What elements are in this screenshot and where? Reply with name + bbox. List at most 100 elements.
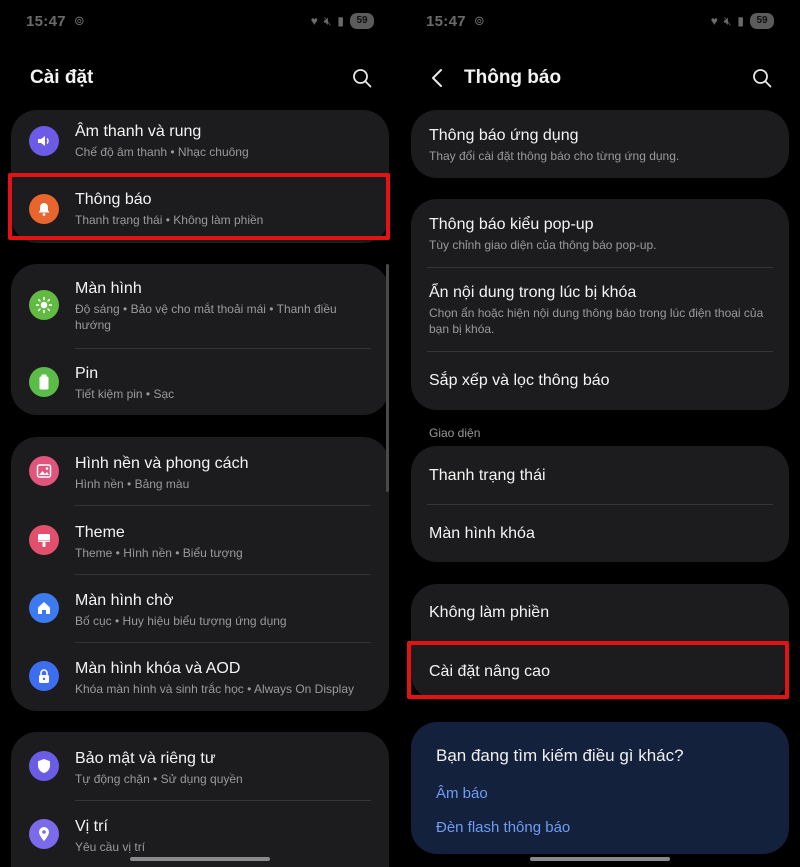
suggestion-card: Bạn đang tìm kiếm điều gì khác? Âm báo Đ… <box>411 722 789 854</box>
home-icon <box>29 593 59 623</box>
battery-indicator: 59 <box>750 13 774 29</box>
item-title: Âm thanh và rung <box>75 123 202 140</box>
link-notification-sound[interactable]: Âm báo <box>436 785 488 802</box>
volume-icon <box>29 126 59 156</box>
heart-icon: ♥ <box>710 14 718 28</box>
item-subtitle: Chọn ẩn hoặc hiện nội dung thông báo tro… <box>429 306 764 336</box>
item-title: Không làm phiền <box>429 604 550 621</box>
item-title: Màn hình <box>75 280 142 297</box>
settings-item-do-not-disturb[interactable]: Không làm phiền <box>429 603 773 623</box>
item-title: Cài đặt nâng cao <box>429 663 550 680</box>
item-subtitle: Thay đổi cài đặt thông báo cho từng ứng … <box>429 149 680 163</box>
status-time: 15:47 <box>26 12 66 30</box>
settings-group-security-location: Bảo mật và riêng tư Tự động chặn • Sử dụ… <box>11 732 389 867</box>
gesture-bar[interactable] <box>530 857 670 861</box>
item-subtitle: Độ sáng • Bảo vệ cho mắt thoải mái • Tha… <box>75 302 337 332</box>
page-header: Cài đặt <box>0 58 400 98</box>
battery-icon <box>29 367 59 397</box>
settings-item-popup-style[interactable]: Thông báo kiểu pop-up Tùy chỉnh giao diệ… <box>429 215 773 253</box>
item-title: Màn hình khóa <box>429 525 535 542</box>
settings-item-sort-filter[interactable]: Sắp xếp và lọc thông báo <box>429 371 773 391</box>
status-time: 15:47 <box>426 12 466 30</box>
signal-icon: ▮ <box>337 14 344 28</box>
back-button[interactable] <box>428 65 446 91</box>
search-button[interactable] <box>348 64 376 92</box>
notifications-screen: 15:47 ⊚ ♥ 🔇︎ ▮ 59 Thông báo Thông báo ứn… <box>400 0 800 867</box>
link-flash-notification[interactable]: Đèn flash thông báo <box>436 819 570 836</box>
settings-item-status-bar[interactable]: Thanh trạng thái <box>429 466 773 486</box>
status-bar: 15:47 ⊚ ♥ 🔇︎ ▮ 59 <box>26 10 374 32</box>
item-subtitle: Hình nền • Bảng màu <box>75 477 190 491</box>
search-button[interactable] <box>748 64 776 92</box>
page-header: Thông báo <box>400 58 800 98</box>
item-title: Thông báo <box>75 191 152 208</box>
settings-item-security[interactable]: Bảo mật và riêng tư Tự động chặn • Sử dụ… <box>11 732 389 800</box>
settings-item-notifications[interactable]: Thông báo Thanh trạng thái • Không làm p… <box>11 176 389 243</box>
bell-icon <box>29 194 59 224</box>
search-icon <box>353 69 372 88</box>
divider <box>427 642 773 643</box>
item-title: Pin <box>75 365 99 382</box>
shield-icon <box>29 751 59 781</box>
page-title: Cài đặt <box>30 67 94 88</box>
theme-brush-icon <box>29 525 59 555</box>
item-title: Màn hình chờ <box>75 592 174 609</box>
item-subtitle: Tiết kiệm pin • Sạc <box>75 387 175 401</box>
item-subtitle: Chế độ âm thanh • Nhạc chuông <box>75 145 249 159</box>
item-title: Thanh trạng thái <box>429 467 546 484</box>
page-title: Thông báo <box>464 67 562 88</box>
location-pin-icon <box>29 819 59 849</box>
scrollbar[interactable] <box>386 264 389 492</box>
lock-icon <box>29 661 59 691</box>
settings-item-lock-screen[interactable]: Màn hình khóa và AOD Khóa màn hình và si… <box>11 643 389 711</box>
settings-screen: 15:47 ⊚ ♥ 🔇︎ ▮ 59 Cài đặt Âm thanh và ru… <box>0 0 400 867</box>
notification-indicator-icon: ⊚ <box>73 13 85 28</box>
divider <box>427 267 773 268</box>
item-title: Sắp xếp và lọc thông báo <box>429 372 610 389</box>
settings-group-popup-privacy: Thông báo kiểu pop-up Tùy chỉnh giao diệ… <box>411 199 789 410</box>
back-arrow-icon <box>432 69 442 87</box>
suggestion-question: Bạn đang tìm kiếm điều gì khác? <box>436 746 684 765</box>
notification-indicator-icon: ⊚ <box>473 13 485 28</box>
item-title: Vị trí <box>75 818 108 835</box>
settings-item-home-screen[interactable]: Màn hình chờ Bố cục • Huy hiệu biểu tượn… <box>11 575 389 643</box>
search-icon <box>753 69 772 88</box>
settings-group-appearance: Thanh trạng thái Màn hình khóa <box>411 446 789 562</box>
item-subtitle: Tùy chỉnh giao diện của thông báo pop-up… <box>429 238 657 252</box>
item-title: Theme <box>75 524 125 541</box>
settings-group-sound-notifications: Âm thanh và rung Chế độ âm thanh • Nhạc … <box>11 110 389 243</box>
item-title: Thông báo ứng dụng <box>429 127 579 144</box>
settings-item-hide-content[interactable]: Ẩn nội dung trong lúc bị khóa Chọn ẩn ho… <box>429 283 773 337</box>
status-icons: ♥ 🔇︎ ▮ 59 <box>711 13 774 29</box>
item-subtitle: Khóa màn hình và sinh trắc học • Always … <box>75 682 355 696</box>
wallpaper-icon <box>29 456 59 486</box>
item-title: Hình nền và phong cách <box>75 455 249 472</box>
item-title: Thông báo kiểu pop-up <box>429 216 594 233</box>
settings-item-sound[interactable]: Âm thanh và rung Chế độ âm thanh • Nhạc … <box>11 110 389 176</box>
settings-item-battery[interactable]: Pin Tiết kiệm pin • Sạc <box>11 349 389 415</box>
settings-group-personalization: Hình nền và phong cách Hình nền • Bảng m… <box>11 437 389 711</box>
signal-icon: ▮ <box>737 14 744 28</box>
mute-icon: 🔇︎ <box>723 13 732 28</box>
settings-item-wallpaper[interactable]: Hình nền và phong cách Hình nền • Bảng m… <box>11 437 389 505</box>
settings-item-display[interactable]: Màn hình Độ sáng • Bảo vệ cho mắt thoải … <box>11 264 389 348</box>
settings-item-theme[interactable]: Theme Theme • Hình nền • Biểu tượng <box>11 506 389 574</box>
item-subtitle: Theme • Hình nền • Biểu tượng <box>75 546 243 560</box>
item-title: Ẩn nội dung trong lúc bị khóa <box>429 284 637 301</box>
settings-item-advanced-settings[interactable]: Cài đặt nâng cao <box>429 662 773 682</box>
settings-group-app-notifications: Thông báo ứng dụng Thay đổi cài đặt thôn… <box>411 110 789 178</box>
settings-group-dnd-advanced: Không làm phiền Cài đặt nâng cao <box>411 584 789 700</box>
status-icons: ♥ 🔇︎ ▮ 59 <box>311 13 374 29</box>
item-subtitle: Thanh trạng thái • Không làm phiền <box>75 213 264 227</box>
item-title: Màn hình khóa và AOD <box>75 660 241 677</box>
settings-group-display-battery: Màn hình Độ sáng • Bảo vệ cho mắt thoải … <box>11 264 389 415</box>
item-subtitle: Bố cục • Huy hiệu biểu tượng ứng dụng <box>75 614 287 628</box>
divider <box>427 504 773 505</box>
mute-icon: 🔇︎ <box>323 13 332 28</box>
gesture-bar[interactable] <box>130 857 270 861</box>
status-bar: 15:47 ⊚ ♥ 🔇︎ ▮ 59 <box>426 10 774 32</box>
item-title: Bảo mật và riêng tư <box>75 750 216 767</box>
settings-item-lock-screen[interactable]: Màn hình khóa <box>429 524 773 544</box>
heart-icon: ♥ <box>310 14 318 28</box>
settings-item-app-notifications[interactable]: Thông báo ứng dụng Thay đổi cài đặt thôn… <box>429 126 773 164</box>
